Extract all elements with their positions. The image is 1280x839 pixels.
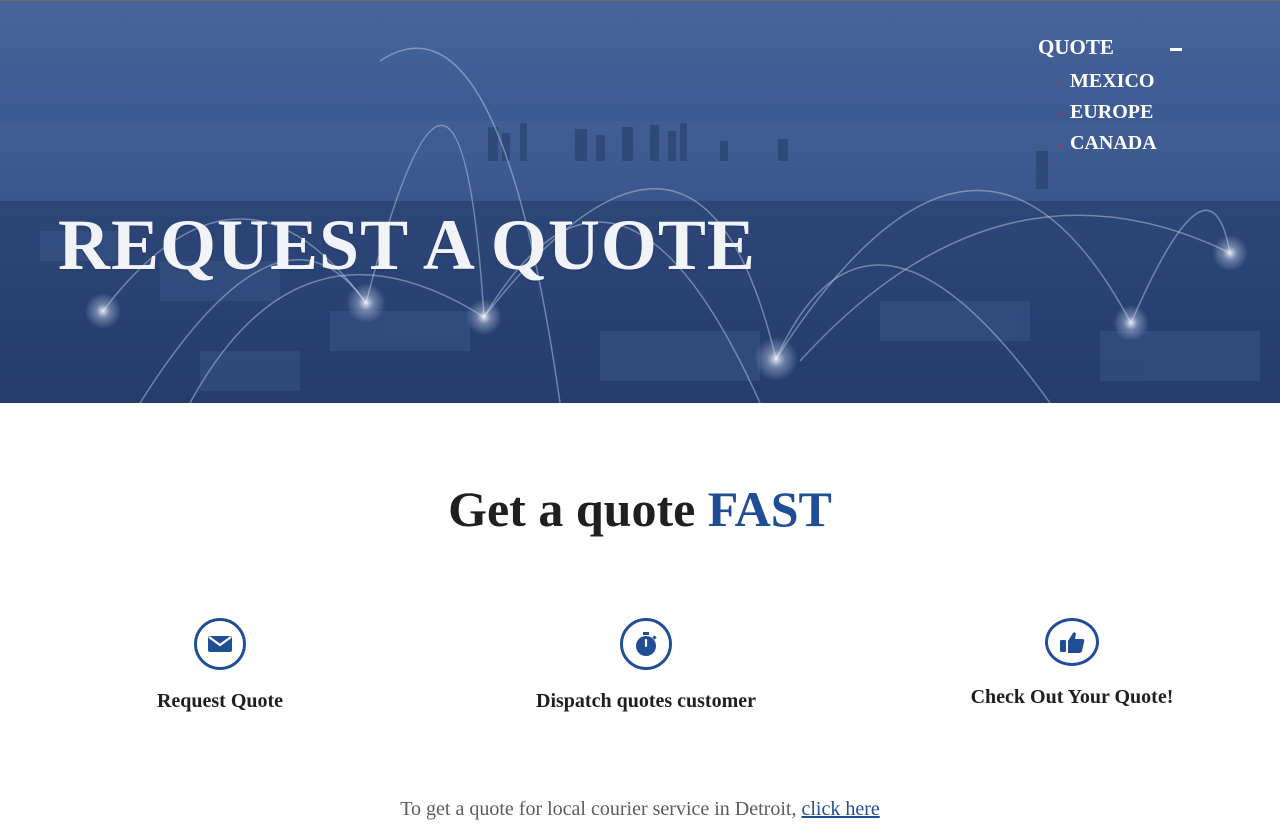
envelope-icon: [194, 618, 246, 670]
feature-check-quote: Check Out Your Quote!: [962, 618, 1182, 709]
feature-label: Check Out Your Quote!: [970, 686, 1174, 708]
dropdown-item-canada[interactable]: › CANADA: [1038, 128, 1184, 159]
quote-dropdown-toggle[interactable]: QUOTE: [1038, 35, 1184, 60]
dropdown-item-mexico[interactable]: › MEXICO: [1038, 66, 1184, 97]
section-heading: Get a quote FAST: [0, 482, 1280, 537]
hero-banner: REQUEST A QUOTE QUOTE › MEXICO › EUROPE …: [0, 0, 1280, 403]
section-heading-text: Get a quote: [448, 481, 708, 537]
dropdown-item-europe[interactable]: › EUROPE: [1038, 97, 1184, 128]
chevron-right-icon: ›: [1058, 105, 1063, 120]
section-heading-accent: FAST: [707, 481, 832, 537]
stopwatch-icon: [620, 618, 672, 670]
quote-dropdown-list: › MEXICO › EUROPE › CANADA: [1038, 66, 1184, 159]
thumbs-up-icon: [1045, 618, 1099, 666]
click-here-link[interactable]: click here: [801, 798, 879, 820]
feature-label: Dispatch quotes customer: [536, 690, 756, 712]
chevron-right-icon: ›: [1058, 136, 1063, 151]
local-courier-note: To get a quote for local courier service…: [0, 798, 1280, 821]
dropdown-item-label: MEXICO: [1070, 70, 1155, 92]
quote-dropdown-label: QUOTE: [1038, 35, 1114, 59]
dropdown-item-label: EUROPE: [1070, 101, 1154, 123]
dropdown-item-label: CANADA: [1070, 132, 1157, 154]
local-courier-text: To get a quote for local courier service…: [400, 798, 797, 820]
chevron-right-icon: ›: [1058, 74, 1063, 89]
quote-dropdown-menu: QUOTE › MEXICO › EUROPE › CANADA: [1038, 35, 1184, 159]
hero-title: REQUEST A QUOTE: [58, 205, 756, 285]
collapse-minus-icon[interactable]: [1170, 48, 1182, 51]
feature-label: Request Quote: [156, 690, 284, 712]
feature-request-quote: Request Quote: [120, 618, 320, 713]
feature-dispatch-quotes: Dispatch quotes customer: [520, 618, 772, 713]
